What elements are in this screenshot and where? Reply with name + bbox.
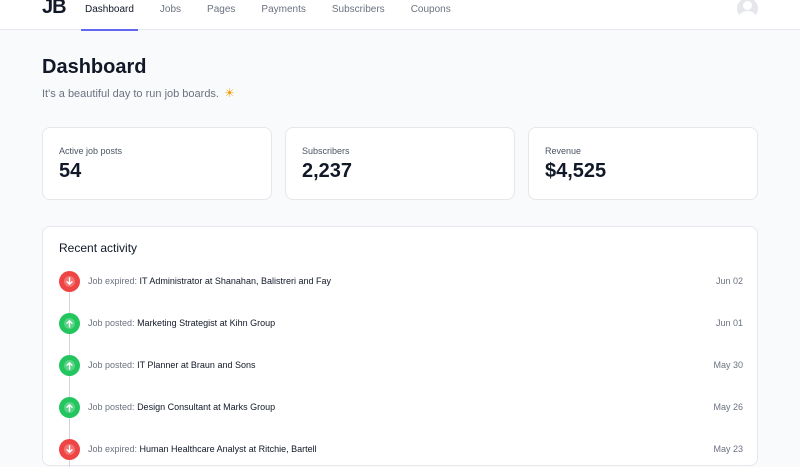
activity-text: Job expired: IT Administrator at Shanaha… <box>88 276 331 286</box>
activity-item[interactable]: Job expired: IT Administrator at Shanaha… <box>59 271 743 293</box>
recent-activity-title: Recent activity <box>59 241 138 255</box>
activity-text: Job expired: Human Healthcare Analyst at… <box>88 444 317 454</box>
user-avatar-icon[interactable] <box>737 0 758 19</box>
arrow-up-icon <box>59 313 80 334</box>
activity-text: Job posted: Design Consultant at Marks G… <box>88 402 275 412</box>
stat-label: Subscribers <box>302 146 350 156</box>
nav-item-dashboard[interactable]: Dashboard <box>72 0 147 31</box>
activity-date: May 30 <box>713 360 743 370</box>
activity-item[interactable]: Job posted: IT Planner at Braun and Sons… <box>59 355 743 377</box>
page-title: Dashboard <box>42 56 147 78</box>
activity-item[interactable]: Job posted: Design Consultant at Marks G… <box>59 397 743 419</box>
activity-type: Job expired: <box>88 276 138 286</box>
nav-item-pages[interactable]: Pages <box>194 0 248 30</box>
activity-description[interactable]: Human Healthcare Analyst at Ritchie, Bar… <box>140 444 317 454</box>
activity-type: Job posted: <box>88 360 135 370</box>
stat-label: Active job posts <box>59 146 123 156</box>
nav-item-subscribers[interactable]: Subscribers <box>319 0 398 30</box>
nav-item-coupons[interactable]: Coupons <box>398 0 464 30</box>
page-subtitle-text: It's a beautiful day to run job boards. <box>42 88 219 100</box>
activity-text: Job posted: IT Planner at Braun and Sons <box>88 360 255 370</box>
activity-description[interactable]: IT Planner at Braun and Sons <box>137 360 255 370</box>
nav-item-payments[interactable]: Payments <box>248 0 318 30</box>
top-navigation-bar: JB Dashboard Jobs Pages Payments Subscri… <box>0 0 800 31</box>
recent-activity-card: Recent activity Job expired: IT Administ… <box>42 226 758 467</box>
activity-date: May 23 <box>713 444 743 454</box>
arrow-up-icon <box>59 397 80 418</box>
stat-card-active-job-posts: Active job posts 54 <box>42 127 272 200</box>
stat-value: 2,237 <box>302 160 353 182</box>
stat-card-revenue: Revenue $4,525 <box>528 127 758 200</box>
activity-date: May 26 <box>713 402 743 412</box>
activity-item[interactable]: Job posted: Marketing Strategist at Kihn… <box>59 313 743 335</box>
activity-description[interactable]: Marketing Strategist at Kihn Group <box>137 318 275 328</box>
stat-card-subscribers: Subscribers 2,237 <box>285 127 515 200</box>
stat-value: 54 <box>59 160 82 182</box>
nav-item-jobs[interactable]: Jobs <box>147 0 194 30</box>
activity-date: Jun 02 <box>715 276 743 286</box>
activity-text: Job posted: Marketing Strategist at Kihn… <box>88 318 275 328</box>
activity-type: Job expired: <box>88 444 138 454</box>
activity-type: Job posted: <box>88 318 135 328</box>
arrow-down-icon <box>59 271 80 292</box>
activity-date: Jun 01 <box>715 318 743 328</box>
activity-type: Job posted: <box>88 402 135 412</box>
stat-label: Revenue <box>545 146 582 156</box>
sun-icon: ☀ <box>224 86 235 100</box>
activity-description[interactable]: IT Administrator at Shanahan, Balistreri… <box>140 276 331 286</box>
app-logo[interactable]: JB <box>42 0 67 19</box>
page-subtitle: It's a beautiful day to run job boards. … <box>42 86 235 100</box>
activity-item[interactable]: Job expired: Human Healthcare Analyst at… <box>59 439 743 461</box>
stat-value: $4,525 <box>545 160 607 182</box>
arrow-up-icon <box>59 355 80 376</box>
activity-description[interactable]: Design Consultant at Marks Group <box>137 402 275 412</box>
main-nav: Dashboard Jobs Pages Payments Subscriber… <box>72 0 464 31</box>
